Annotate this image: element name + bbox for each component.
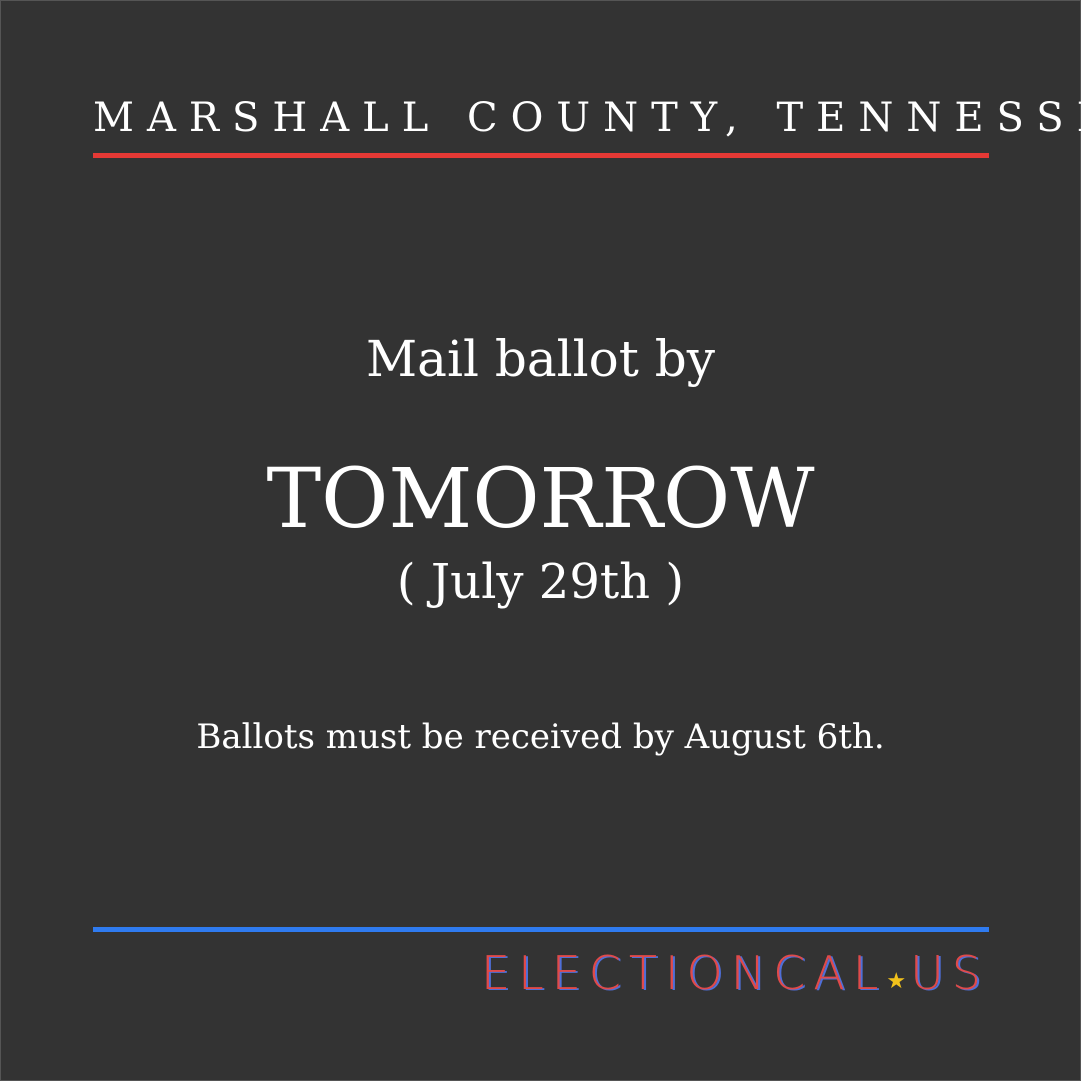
action-text: Mail ballot by [365,330,716,388]
logo-text-main: ELECTIONCAL [481,946,887,1000]
receipt-note: Ballots must be received by August 6th. [196,717,885,757]
bottom-divider [93,927,989,932]
logo-text-tld: US [910,946,989,1000]
deadline-text: TOMORROW [266,452,815,547]
top-divider [93,153,989,158]
county-title: MARSHALL COUNTY, TENNESSEE [93,95,1081,141]
deadline-date: ( July 29th ) [396,554,685,610]
star-icon: ★ [886,969,907,994]
electioncal-logo[interactable]: ELECTIONCAL ★ US [481,950,989,996]
